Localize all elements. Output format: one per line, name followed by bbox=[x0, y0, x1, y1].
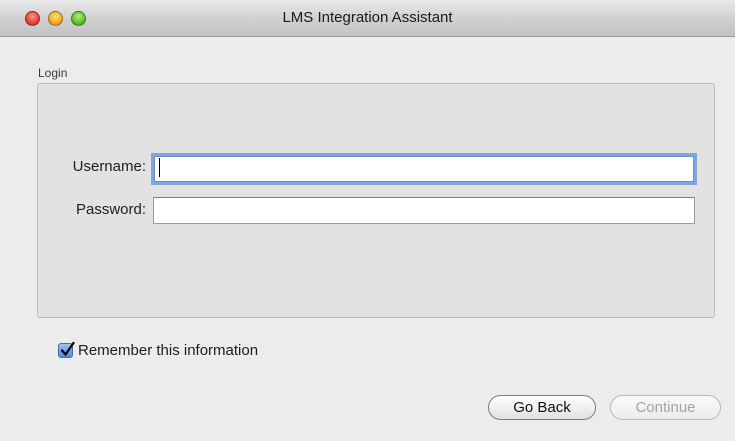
go-back-button[interactable]: Go Back bbox=[488, 395, 596, 420]
remember-checkbox-label[interactable]: Remember this information bbox=[78, 342, 258, 359]
title-bar[interactable]: LMS Integration Assistant bbox=[0, 0, 735, 37]
checkmark-icon bbox=[60, 341, 75, 356]
remember-checkbox[interactable] bbox=[58, 341, 75, 358]
text-caret bbox=[159, 158, 160, 177]
window-title: LMS Integration Assistant bbox=[282, 9, 453, 26]
username-field[interactable] bbox=[154, 156, 694, 182]
assistant-window: LMS Integration Assistant Login Username… bbox=[0, 0, 735, 441]
continue-button[interactable]: Continue bbox=[610, 395, 721, 420]
login-section-label: Login bbox=[38, 66, 68, 80]
password-field[interactable] bbox=[153, 197, 695, 224]
username-label: Username: bbox=[72, 158, 146, 175]
password-label: Password: bbox=[75, 201, 146, 218]
